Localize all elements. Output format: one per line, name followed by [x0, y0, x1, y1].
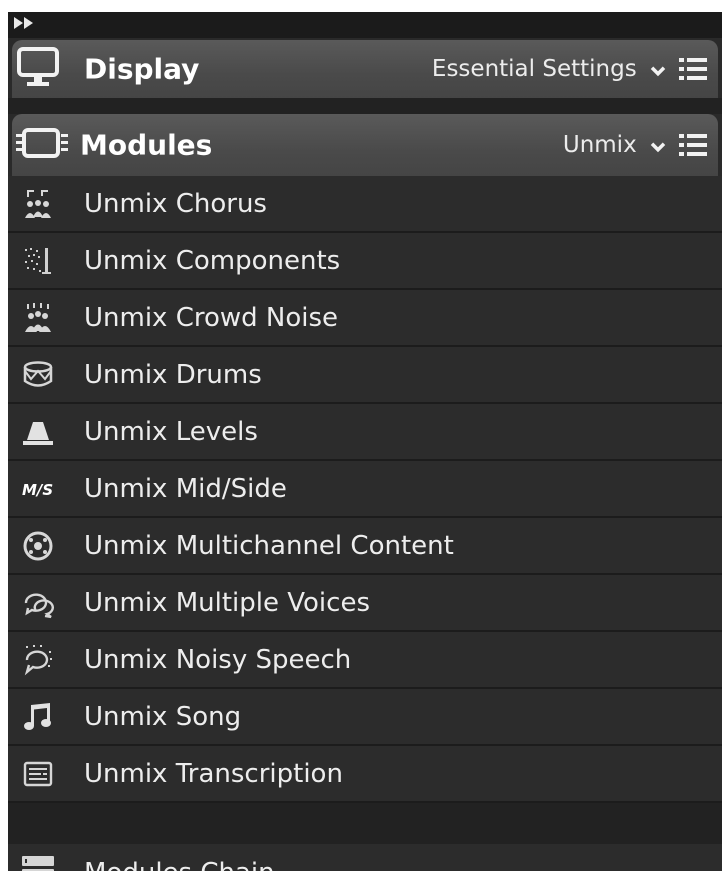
transcription-icon — [22, 758, 54, 790]
module-item-label: Unmix Levels — [84, 416, 258, 447]
panel-top-strip — [8, 12, 722, 38]
levels-icon — [22, 416, 54, 448]
mid-side-icon: M/S — [22, 473, 72, 505]
modules-chain-item[interactable]: Modules Chain — [8, 844, 722, 871]
components-icon — [22, 245, 54, 277]
modules-menu-icon[interactable] — [678, 130, 708, 160]
module-item-crowd-noise[interactable]: Unmix Crowd Noise — [8, 290, 722, 347]
display-menu-icon[interactable] — [678, 54, 708, 84]
chorus-icon — [22, 188, 54, 220]
modules-icon — [16, 125, 76, 165]
modules-chain-label: Modules Chain — [84, 858, 275, 871]
module-item-multiple-voices[interactable]: Unmix Multiple Voices — [8, 575, 722, 632]
music-note-icon — [22, 701, 54, 733]
modules-chain-icon — [20, 854, 56, 871]
module-item-noisy-speech[interactable]: Unmix Noisy Speech — [8, 632, 722, 689]
multichannel-icon — [22, 530, 54, 562]
module-item-label: Unmix Mid/Side — [84, 473, 287, 504]
module-item-mid-side[interactable]: M/S Unmix Mid/Side — [8, 461, 722, 518]
crowd-noise-icon — [22, 302, 54, 334]
modules-preset-dropdown[interactable]: Unmix — [563, 132, 666, 159]
noisy-speech-icon — [22, 644, 54, 676]
mid-side-icon-text: M/S — [22, 481, 53, 499]
modules-preset-label: Unmix — [562, 131, 637, 158]
monitor-icon — [16, 45, 62, 93]
drum-icon — [22, 359, 54, 391]
module-item-label: Unmix Components — [84, 245, 341, 276]
module-item-chorus[interactable]: Unmix Chorus — [8, 176, 722, 233]
chevron-down-icon — [650, 56, 666, 82]
expand-panel-icon[interactable] — [12, 15, 40, 31]
display-title: Display — [84, 52, 200, 86]
display-preset-dropdown[interactable]: Essential Settings — [432, 56, 666, 83]
module-item-label: Unmix Transcription — [84, 758, 343, 789]
display-header[interactable]: Display Essential Settings — [12, 40, 718, 98]
module-item-song[interactable]: Unmix Song — [8, 689, 722, 746]
modules-title: Modules — [80, 128, 213, 162]
module-item-label: Unmix Chorus — [84, 188, 267, 219]
module-item-label: Unmix Multichannel Content — [84, 530, 454, 561]
module-item-components[interactable]: Unmix Components — [8, 233, 722, 290]
module-item-label: Unmix Crowd Noise — [84, 302, 339, 333]
module-item-drums[interactable]: Unmix Drums — [8, 347, 722, 404]
section-separator — [8, 98, 722, 114]
module-item-multichannel[interactable]: Unmix Multichannel Content — [8, 518, 722, 575]
section-separator — [8, 803, 722, 844]
module-item-label: Unmix Multiple Voices — [84, 587, 370, 618]
modules-panel: Display Essential Settings Modules Unmix… — [8, 12, 722, 871]
multiple-voices-icon — [22, 587, 54, 619]
module-item-label: Unmix Drums — [84, 359, 262, 390]
modules-header[interactable]: Modules Unmix — [12, 114, 718, 176]
chevron-down-icon — [650, 132, 666, 158]
module-item-label: Unmix Noisy Speech — [84, 644, 352, 675]
module-item-levels[interactable]: Unmix Levels — [8, 404, 722, 461]
module-item-label: Unmix Song — [84, 701, 242, 732]
display-preset-label: Essential Settings — [431, 55, 637, 82]
module-item-transcription[interactable]: Unmix Transcription — [8, 746, 722, 803]
